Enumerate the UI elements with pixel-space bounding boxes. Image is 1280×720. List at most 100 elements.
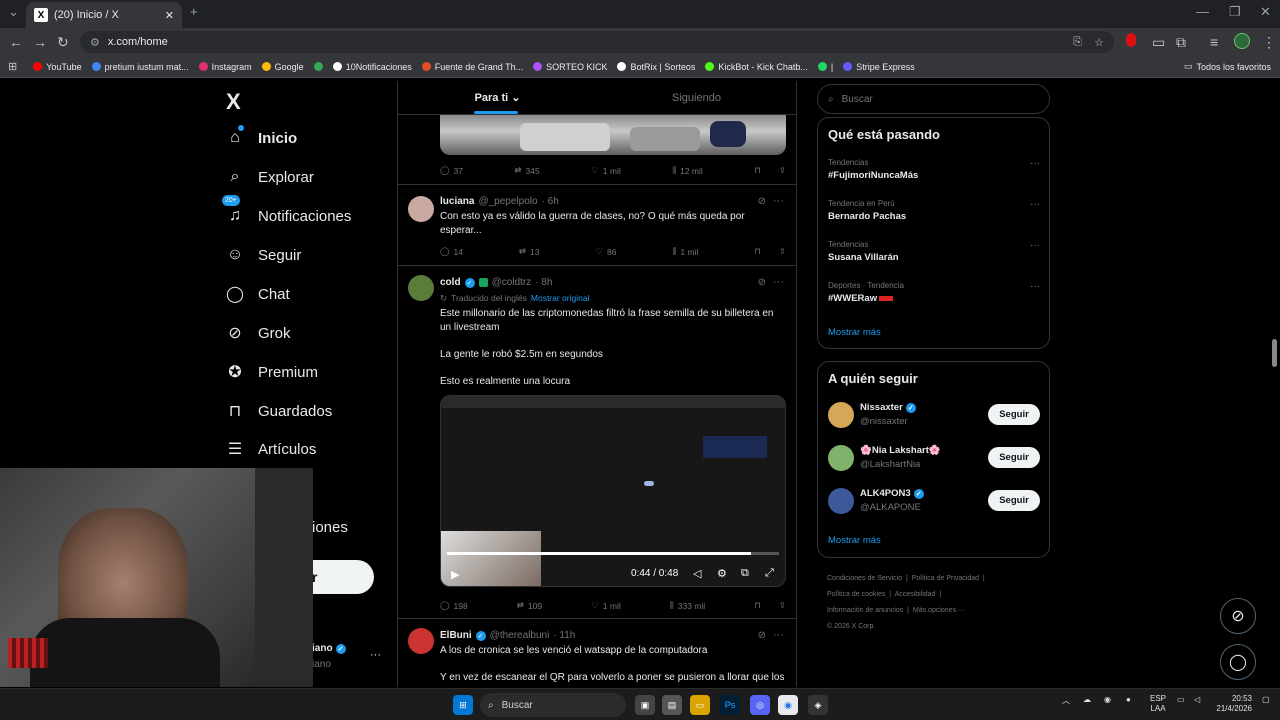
network-icon[interactable]: ▭	[1177, 695, 1185, 704]
bookmark-button[interactable]: ⊓ ⇪	[754, 165, 786, 176]
trend-more-icon[interactable]: ···	[1030, 199, 1040, 210]
views-button[interactable]: ⫼ 1 mil	[672, 246, 698, 257]
tweet-time[interactable]: · 11h	[553, 630, 575, 641]
show-original-link[interactable]: Mostrar original	[531, 293, 590, 304]
avatar[interactable]	[408, 196, 434, 222]
account-more-icon[interactable]: ···	[370, 649, 381, 661]
tab-para-ti[interactable]: Para ti ⌄	[398, 81, 597, 114]
extension-card-icon[interactable]: ▭	[1152, 34, 1165, 51]
photoshop-icon[interactable]: Ps	[720, 695, 740, 715]
nav-chat[interactable]: ◯ Chat	[226, 279, 290, 309]
discord-icon[interactable]: ◎	[750, 695, 770, 715]
nav-grok[interactable]: ⊘ Grok	[226, 318, 290, 348]
new-tab-button[interactable]: +	[190, 4, 198, 19]
bookmark-button[interactable]: ⊓ ⇪	[754, 600, 786, 611]
tweet-media-image[interactable]	[440, 115, 786, 155]
page-scrollbar[interactable]	[1272, 339, 1277, 367]
grok-explain-icon[interactable]: ⊘	[758, 277, 766, 288]
close-window-icon[interactable]: ✕	[1260, 4, 1271, 20]
repost-button[interactable]: ⇄ 345	[514, 165, 539, 176]
follow-suggestion[interactable]: Nissaxter ✓ @nissaxter Seguir	[828, 400, 1040, 430]
follow-button[interactable]: Seguir	[988, 447, 1040, 468]
settings-gear-icon[interactable]: ⚙	[717, 567, 727, 580]
bookmark-item[interactable]: Google	[261, 62, 304, 72]
play-icon[interactable]: ▶	[451, 568, 459, 581]
search-input[interactable]: ⌕ Buscar	[817, 84, 1050, 114]
close-tab-icon[interactable]: ✕	[165, 9, 174, 22]
nav-inicio[interactable]: ⌂ Inicio	[226, 123, 297, 153]
grok-explain-icon[interactable]: ⊘	[758, 630, 766, 641]
tray-app-icon[interactable]: ◉	[1104, 695, 1111, 704]
language-indicator[interactable]: ESP LAA	[1150, 694, 1166, 714]
nav-seguir[interactable]: ☺ Seguir	[226, 240, 302, 270]
tray-app-icon[interactable]: ☁	[1083, 695, 1091, 704]
footer-link[interactable]: Información de anuncios	[827, 607, 903, 614]
grok-fab-button[interactable]: ⊘	[1220, 598, 1256, 634]
avatar[interactable]	[828, 488, 854, 514]
tweet-card[interactable]: cold ✓ @coldtrz · 8h ⊘ ··· ↻ Traducido d…	[398, 267, 796, 619]
tweet-card[interactable]: luciana @_pepelpolo · 6h ⊘ ··· Con esto …	[398, 186, 796, 266]
reading-list-icon[interactable]: ≡	[1210, 34, 1218, 50]
tweet-more-icon[interactable]: ···	[773, 276, 784, 288]
bookmark-item[interactable]: YouTube	[33, 62, 82, 72]
app-icon[interactable]: ▤	[662, 695, 682, 715]
nav-notificaciones[interactable]: ♫ Notificaciones 20+	[222, 195, 351, 231]
trend-item[interactable]: Deportes · Tendencia #WWERaw ···	[828, 281, 1040, 304]
trend-item[interactable]: Tendencia en Perú Bernardo Pachas ···	[828, 199, 1040, 222]
reply-button[interactable]: ◯ 198	[440, 600, 468, 611]
footer-link[interactable]: Política de cookies	[827, 591, 885, 598]
bookmark-item[interactable]: KickBot - Kick Chatb...	[705, 62, 808, 72]
minimize-icon[interactable]: —	[1196, 4, 1209, 19]
apps-grid-icon[interactable]: ⊞	[8, 60, 17, 73]
nav-articulos[interactable]: ☰ Artículos	[226, 434, 317, 464]
bookmark-item[interactable]: BotRix | Sorteos	[617, 62, 695, 72]
trend-item[interactable]: Tendencias #FujimoriNuncaMás ···	[828, 158, 1040, 181]
trend-more-icon[interactable]: ···	[1030, 281, 1040, 292]
maximize-icon[interactable]: ❐	[1229, 4, 1241, 20]
author-handle[interactable]: @coldtrz	[492, 277, 532, 288]
chat-fab-button[interactable]: ◯	[1220, 644, 1256, 680]
video-player[interactable]: ▶ 0:44 / 0:48 ◁ ⚙ ⧉ ⤢	[440, 395, 786, 587]
tweet-time[interactable]: · 6h	[542, 196, 559, 207]
all-bookmarks[interactable]: ▭ Todos los favoritos	[1184, 61, 1271, 72]
follow-suggestion[interactable]: 🌸Nia Lakshart🌸 @LakshartNia Seguir	[828, 443, 1040, 473]
back-icon[interactable]: ←	[9, 34, 23, 50]
author-name[interactable]: cold	[440, 277, 461, 288]
tray-overflow-icon[interactable]: ︿	[1062, 695, 1070, 706]
bookmark-item[interactable]: pretium iustum mat...	[91, 62, 189, 72]
post-button[interactable]: r	[310, 560, 374, 594]
follow-suggestion[interactable]: ALK4PON3 ✓ @ALKAPONE Seguir	[828, 486, 1040, 516]
browser-menu-icon[interactable]: ⋮	[1262, 34, 1276, 51]
follow-button[interactable]: Seguir	[988, 490, 1040, 511]
author-handle[interactable]: @_pepelpolo	[478, 196, 537, 207]
bookmark-item[interactable]: |	[817, 62, 833, 72]
bookmark-item[interactable]: Fuente de Grand Th...	[421, 62, 523, 72]
nav-more-options-partial[interactable]: iones	[312, 512, 348, 542]
tweet-time[interactable]: · 8h	[535, 277, 552, 288]
like-button[interactable]: ♡ 1 mil	[591, 600, 621, 611]
nav-explorar[interactable]: ⌕ Explorar	[226, 162, 314, 192]
footer-link[interactable]: Más opciones ···	[913, 607, 965, 614]
footer-link[interactable]: Accesibilidad	[895, 591, 936, 598]
reply-button[interactable]: ◯ 37	[440, 165, 463, 176]
install-app-icon[interactable]: ⎘	[1073, 36, 1082, 49]
tab-siguiendo[interactable]: Siguiendo	[597, 81, 796, 114]
trend-item[interactable]: Tendencias Susana Villarán ···	[828, 240, 1040, 263]
share-icon[interactable]: ⇪	[779, 246, 786, 257]
bookmark-item[interactable]: SORTEO KICK	[533, 62, 607, 72]
follow-button[interactable]: Seguir	[988, 404, 1040, 425]
site-info-icon[interactable]: ⚙	[90, 36, 100, 49]
nav-premium[interactable]: ✪ Premium	[226, 357, 318, 387]
follow-show-more-link[interactable]: Mostrar más	[828, 535, 881, 546]
volume-icon[interactable]: ◁	[693, 567, 701, 580]
views-button[interactable]: ⫼ 333 mil	[670, 600, 705, 611]
extensions-puzzle-icon[interactable]: ⧉	[1176, 34, 1186, 51]
like-button[interactable]: ♡ 1 mil	[591, 165, 621, 176]
author-name[interactable]: ElBuni	[440, 630, 472, 641]
file-explorer-icon[interactable]: ▭	[690, 695, 710, 715]
nav-guardados[interactable]: ⊓ Guardados	[226, 396, 332, 426]
bookmark-item[interactable]: Stripe Express	[843, 62, 915, 72]
app-icon[interactable]: ◈	[808, 695, 828, 715]
views-button[interactable]: ⫼ 12 mil	[672, 165, 703, 176]
extension-red-icon[interactable]	[1126, 33, 1136, 47]
